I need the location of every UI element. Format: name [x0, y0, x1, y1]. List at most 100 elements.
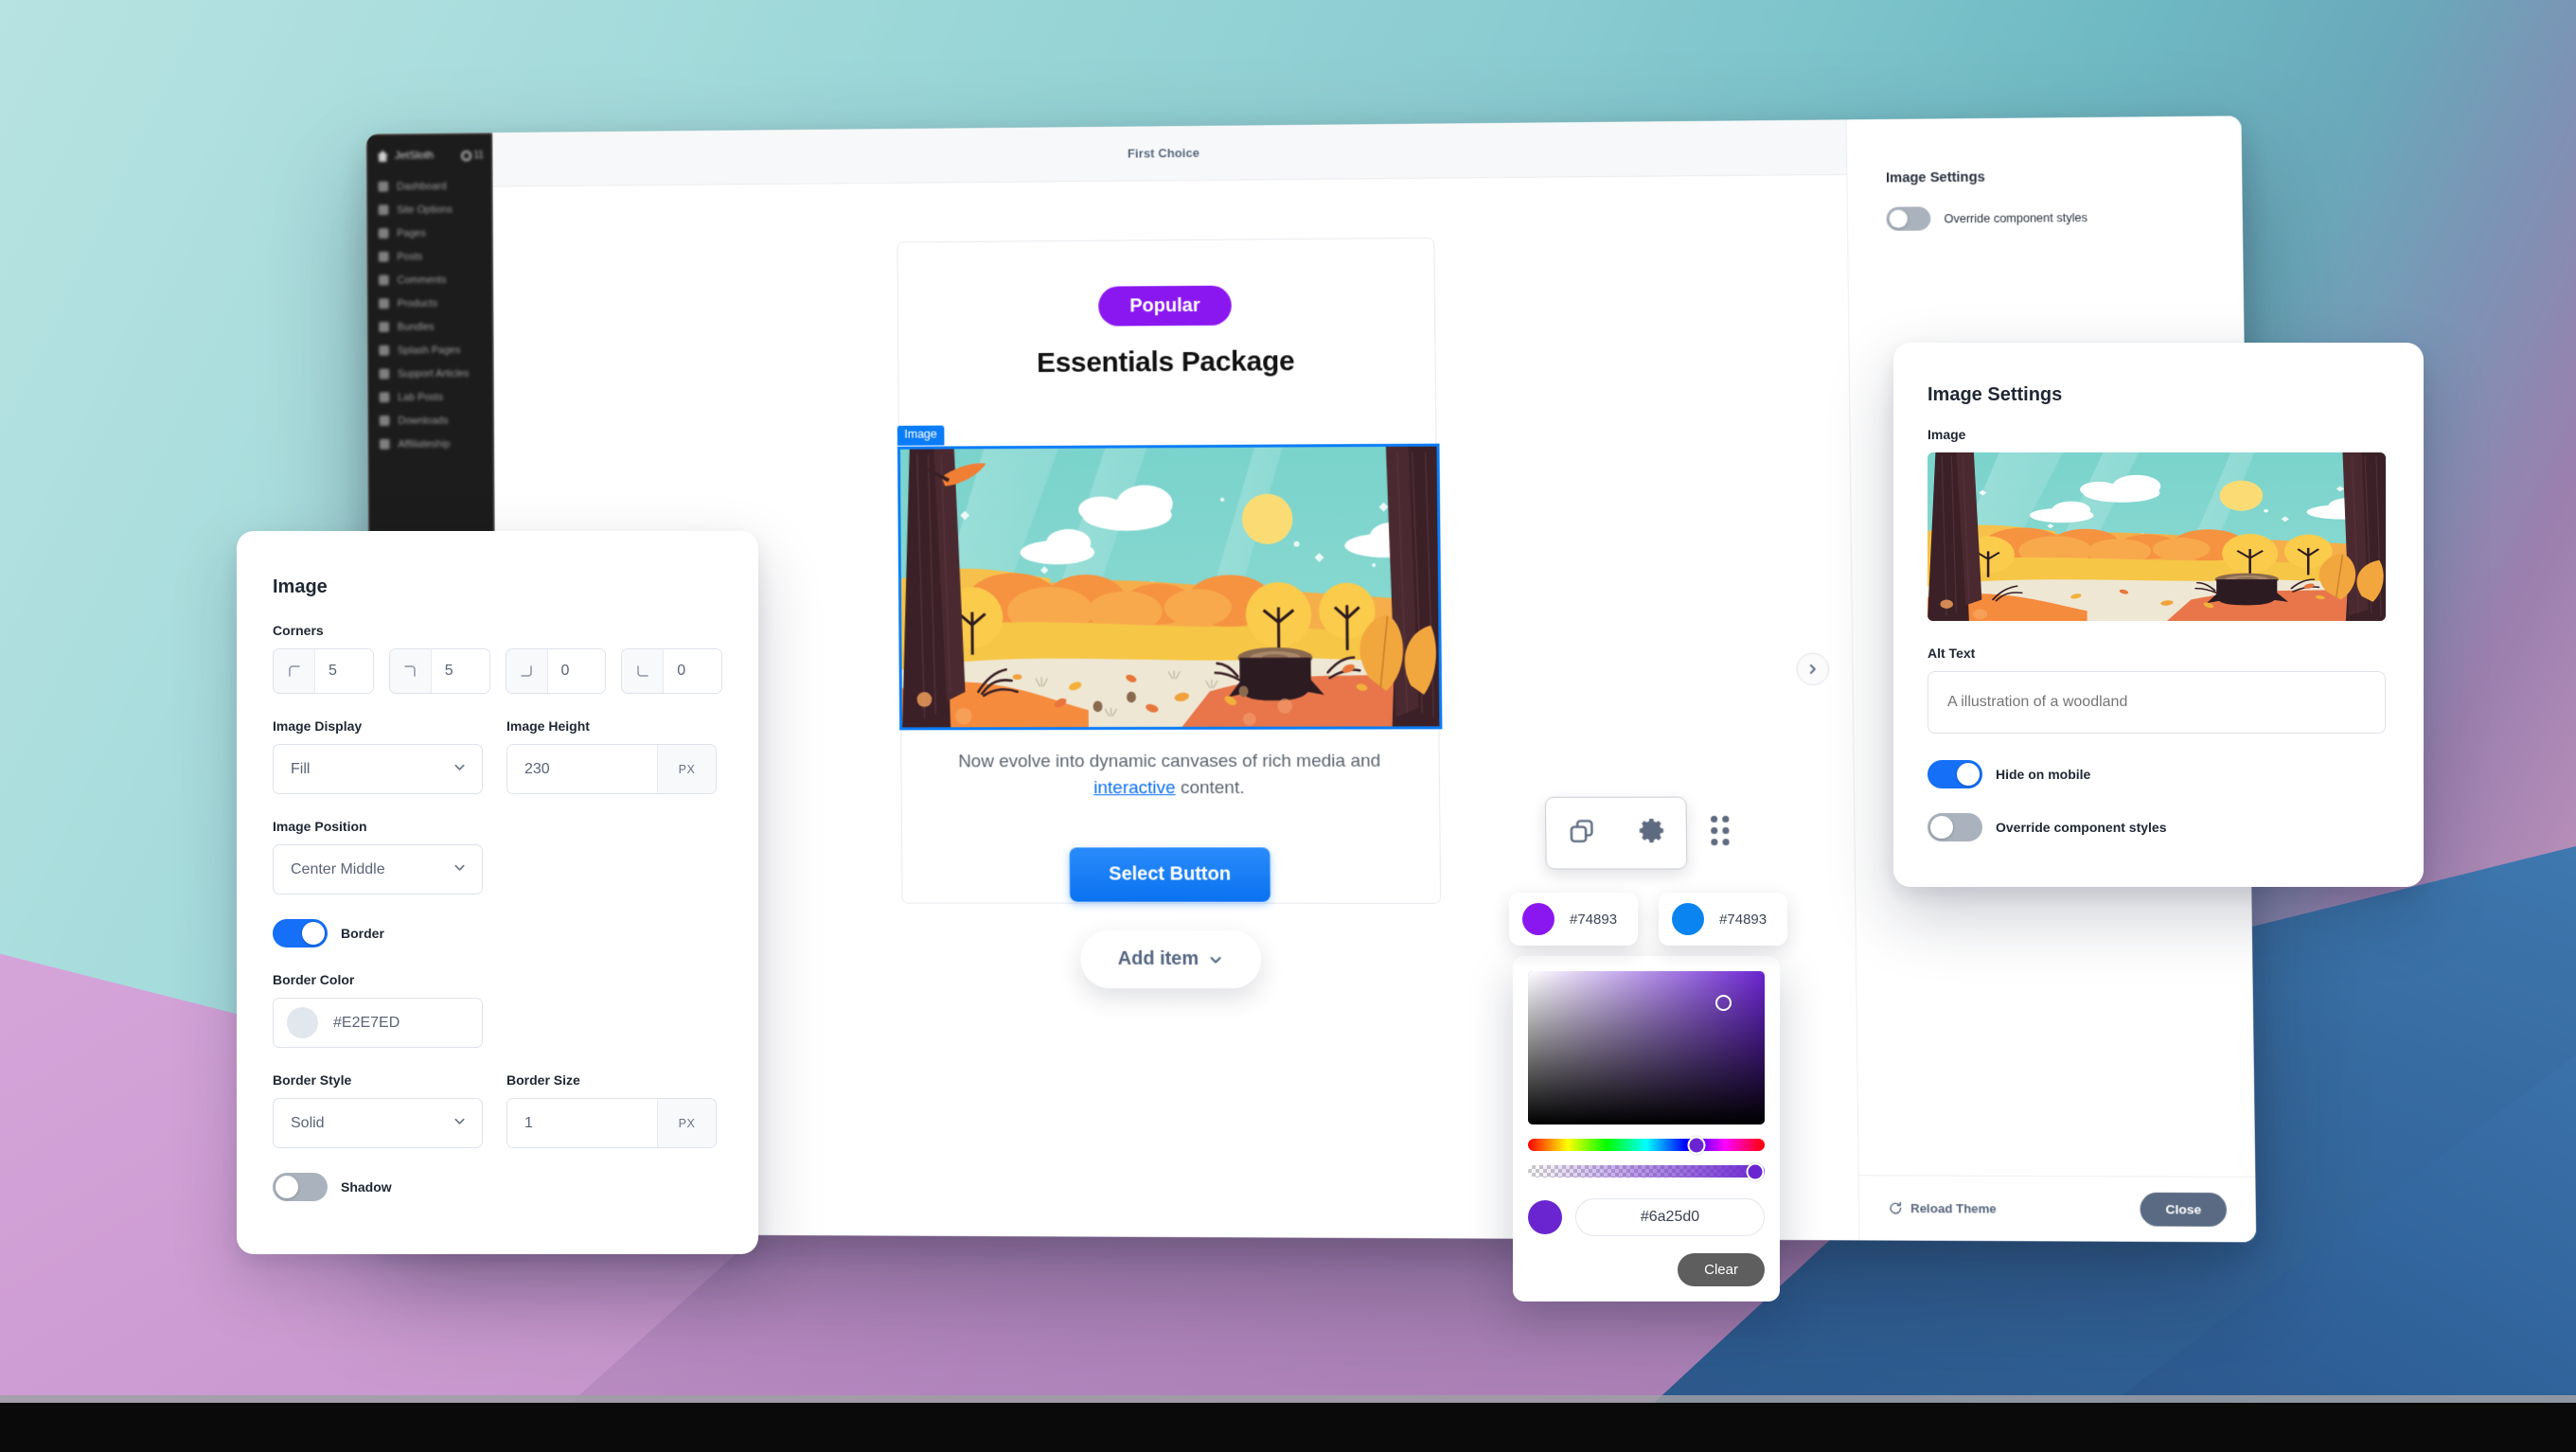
image-height-label: Image Height	[506, 718, 590, 734]
image-display-select[interactable]: Fill	[273, 744, 483, 794]
override-styles-row[interactable]: Override component styles	[1928, 813, 2389, 841]
image-height-input[interactable]	[507, 745, 657, 793]
image-position-select[interactable]: Center Middle	[273, 844, 483, 894]
color-swatch-blue-dot	[1672, 903, 1705, 935]
eye-icon	[460, 150, 471, 161]
woodland-illustration	[899, 446, 1439, 728]
hex-input[interactable]	[1575, 1198, 1765, 1236]
sidebar-item-splash-pages[interactable]: Splash Pages	[367, 338, 494, 363]
sidebar-item-comments[interactable]: Comments	[366, 268, 493, 292]
border-style-group: Border Style Solid	[273, 1072, 483, 1148]
sidebar-item-dashboard[interactable]: Dashboard	[366, 174, 493, 199]
sidebar-item-downloads[interactable]: Downloads	[367, 408, 494, 433]
color-picker-popover[interactable]: Clear	[1513, 956, 1780, 1301]
saturation-value-area[interactable]	[1528, 971, 1765, 1124]
sidebar-item-label: Products	[397, 297, 438, 310]
hue-slider-knob[interactable]	[1687, 1136, 1705, 1154]
rail-override-toggle[interactable]	[1886, 206, 1931, 231]
border-color-field[interactable]: #E2E7ED	[273, 998, 483, 1048]
clear-button[interactable]: Clear	[1678, 1253, 1765, 1286]
close-button[interactable]: Close	[2140, 1192, 2228, 1227]
hue-slider[interactable]	[1528, 1136, 1765, 1154]
woodland-illustration-thumb-svg	[1928, 452, 2386, 621]
reload-theme-button[interactable]: Reload Theme	[1889, 1201, 1997, 1216]
sidebar-item-bundles[interactable]: Bundles	[366, 314, 493, 339]
image-panel-title: Image	[273, 576, 328, 597]
hide-on-mobile-toggle[interactable]	[1928, 760, 1982, 788]
sidebar-nav-list[interactable]: Dashboard Site Options Pages Posts Comments P…	[366, 174, 495, 456]
select-button[interactable]: Select Button	[1069, 847, 1271, 902]
copy-icon[interactable]	[1567, 816, 1596, 849]
corner-top-left[interactable]	[273, 648, 374, 694]
sidebar-item-affiliateship[interactable]: Affiliateship	[367, 432, 494, 456]
color-swatch-blue[interactable]: #74893	[1659, 893, 1788, 946]
override-styles-toggle[interactable]	[1928, 813, 1982, 841]
image-thumbnail[interactable]	[1928, 452, 2386, 621]
border-size-field[interactable]: PX	[506, 1098, 717, 1148]
woodland-illustration-svg	[899, 446, 1439, 728]
chevron-right-icon	[1807, 664, 1819, 675]
alpha-slider[interactable]	[1528, 1162, 1765, 1180]
border-style-select[interactable]: Solid	[273, 1098, 483, 1148]
alt-text-label: Alt Text	[1928, 646, 1976, 661]
page-icon	[378, 228, 389, 239]
corner-bottom-left-input[interactable]	[664, 649, 721, 693]
sidebar-notification[interactable]: 11	[460, 150, 484, 161]
image-block-frame[interactable]	[897, 443, 1442, 731]
image-height-field[interactable]: PX	[506, 744, 717, 794]
border-toggle[interactable]	[273, 919, 328, 947]
add-item-button[interactable]: Add item	[1079, 930, 1262, 989]
dock-lip	[0, 1395, 2576, 1403]
image-display-value: Fill	[291, 760, 311, 777]
sidebar-item-label: Affiliateship	[398, 437, 451, 451]
sidebar-item-products[interactable]: Products	[366, 291, 493, 315]
image-block-selected[interactable]: Image	[897, 425, 1442, 731]
refresh-icon	[1889, 1201, 1903, 1215]
sidebar-item-site-options[interactable]: Site Options	[366, 197, 493, 221]
border-size-input[interactable]	[507, 1099, 657, 1147]
sidebar-item-pages[interactable]: Pages	[366, 221, 493, 245]
gear-icon[interactable]	[1637, 816, 1666, 849]
corner-bottom-right[interactable]	[505, 648, 607, 694]
corner-top-right[interactable]	[388, 648, 490, 694]
corners-row[interactable]	[273, 648, 722, 694]
shadow-toggle-label: Shadow	[341, 1179, 392, 1195]
display-height-row: Image Display Fill Image Height PX	[273, 718, 722, 794]
drag-dots-icon[interactable]	[1711, 815, 1730, 846]
corner-top-right-input[interactable]	[431, 649, 489, 693]
border-size-group: Border Size PX	[506, 1072, 717, 1148]
chevron-down-icon	[453, 860, 467, 879]
card-description-part1: Now evolve into dynamic canvases of rich…	[957, 751, 1381, 772]
hide-on-mobile-row[interactable]: Hide on mobile	[1928, 760, 2389, 788]
rail-override-row[interactable]: Override component styles	[1886, 204, 2204, 231]
add-item-label: Add item	[1117, 947, 1199, 970]
rail-title: Image Settings	[1885, 169, 1985, 186]
sv-knob[interactable]	[1715, 995, 1732, 1011]
color-swatch-purple[interactable]: #74893	[1509, 893, 1639, 946]
color-swatch-row[interactable]: #74893 #74893	[1509, 893, 1788, 946]
interactive-link[interactable]: interactive	[1093, 778, 1176, 798]
dock-bar	[0, 1403, 2576, 1452]
shadow-toggle[interactable]	[273, 1173, 328, 1201]
rail-override-label: Override component styles	[1944, 210, 2088, 225]
alpha-slider-knob[interactable]	[1746, 1162, 1765, 1180]
box-icon	[379, 321, 390, 332]
corner-bottom-right-input[interactable]	[547, 649, 606, 693]
border-toggle-row[interactable]: Border	[273, 919, 722, 947]
alt-text-input[interactable]	[1928, 671, 2386, 734]
border-color-swatch[interactable]	[287, 1007, 318, 1038]
alpha-gradient	[1528, 1165, 1765, 1178]
color-picker-value-row[interactable]	[1528, 1198, 1765, 1236]
lifebuoy-icon	[379, 368, 390, 380]
corner-top-left-input[interactable]	[315, 649, 373, 693]
block-toolbar[interactable]	[1544, 796, 1688, 870]
next-page-button[interactable]	[1796, 652, 1830, 686]
page-title: First Choice	[1127, 145, 1200, 161]
shadow-toggle-row[interactable]: Shadow	[273, 1173, 722, 1201]
sidebar-item-support-articles[interactable]: Support Articles	[367, 362, 494, 386]
sidebar-item-lab-posts[interactable]: Lab Posts	[367, 385, 494, 410]
sidebar-item-posts[interactable]: Posts	[366, 244, 493, 269]
image-display-group: Image Display Fill	[273, 718, 483, 794]
flask-icon	[379, 392, 390, 403]
corner-bottom-left[interactable]	[621, 648, 722, 694]
